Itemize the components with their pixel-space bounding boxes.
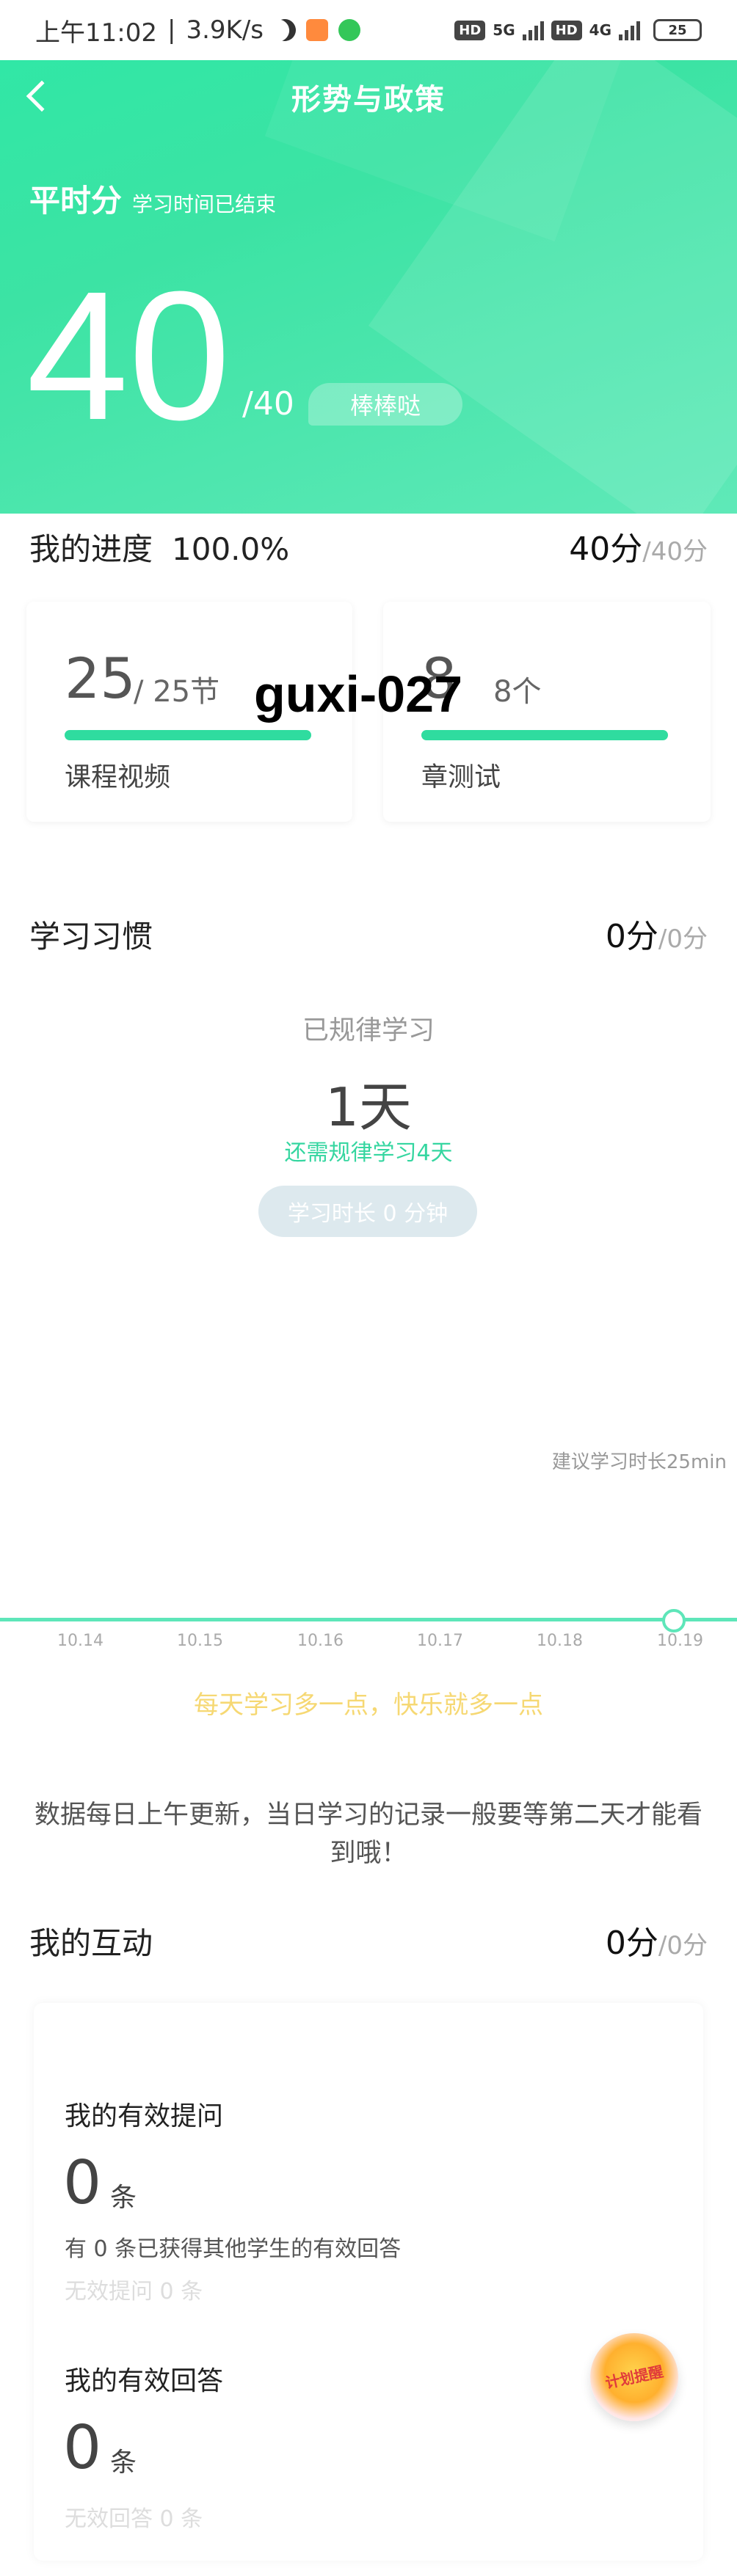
watermark-text: guxi-027 xyxy=(254,665,462,723)
status-divider: | xyxy=(167,15,176,45)
progress-score-total: /40分 xyxy=(642,537,708,566)
score-label: 平时分 xyxy=(29,183,123,219)
questions-unit: 条 xyxy=(110,2183,137,2213)
timeline-tick: 10.19 xyxy=(657,1632,703,1650)
moon-icon xyxy=(270,15,300,45)
network-5g-label: 5G xyxy=(493,21,515,39)
interaction-score: 0分 xyxy=(605,1924,658,1962)
timeline-current-dot[interactable] xyxy=(662,1609,686,1632)
nav-bar: 形势与政策 xyxy=(0,60,737,134)
regular-study-days: 1天 xyxy=(325,1076,412,1138)
battery-icon: 25 xyxy=(653,19,702,41)
habit-score: 0分 xyxy=(605,918,658,955)
habit-header: 学习习惯 0分 /0分 xyxy=(29,910,708,957)
network-4g-label: 4G xyxy=(589,21,611,39)
habit-score-total: /0分 xyxy=(658,924,708,954)
plan-reminder-button[interactable]: 计划提醒 xyxy=(590,2333,678,2421)
invalid-answers-text: 无效回答 0 条 xyxy=(65,2506,203,2532)
motto-text: 每天学习多一点，快乐就多一点 xyxy=(194,1690,543,1720)
answers-count: 0 xyxy=(63,2413,102,2483)
progress-percent: 100.0% xyxy=(172,531,290,567)
score-status: 学习时间已结束 xyxy=(132,192,277,216)
back-arrow-icon[interactable] xyxy=(26,80,58,112)
praise-badge: 棒棒哒 xyxy=(308,383,462,426)
mi-app-icon xyxy=(306,19,328,41)
video-total: / 25节 xyxy=(134,675,220,709)
plan-reminder-label: 计划提醒 xyxy=(603,2362,665,2393)
score-total: /40 xyxy=(242,385,294,423)
test-label: 章测试 xyxy=(421,762,501,792)
status-bar: 上午11:02 | 3.9K/s HD 5G HD 4G 25 xyxy=(0,0,737,60)
answers-unit: 条 xyxy=(110,2448,137,2478)
signal-icon xyxy=(619,20,640,40)
timeline-line xyxy=(0,1618,737,1621)
timeline-tick: 10.16 xyxy=(297,1632,344,1650)
test-total: 8个 xyxy=(493,675,542,709)
study-duration-pill: 学习时长 0 分钟 xyxy=(258,1186,477,1237)
test-progress-bar xyxy=(421,730,668,740)
hd-badge-icon: HD xyxy=(454,20,486,40)
page-title: 形势与政策 xyxy=(291,83,446,117)
status-left: 上午11:02 | 3.9K/s xyxy=(35,12,360,48)
video-count: 25 xyxy=(65,646,136,711)
questions-title: 我的有效提问 xyxy=(65,2101,224,2131)
status-speed: 3.9K/s xyxy=(186,15,264,45)
score-value: 40 xyxy=(26,253,231,458)
video-label: 课程视频 xyxy=(65,762,171,792)
status-right: HD 5G HD 4G 25 xyxy=(454,19,702,41)
timeline-tick: 10.17 xyxy=(417,1632,463,1650)
questions-answered-text: 有 0 条已获得其他学生的有效回答 xyxy=(65,2236,402,2262)
questions-count: 0 xyxy=(63,2148,102,2218)
score-label-group: 平时分 学习时间已结束 xyxy=(29,176,276,221)
timeline-tick: 10.15 xyxy=(177,1632,223,1650)
answers-title: 我的有效回答 xyxy=(65,2366,224,2396)
invalid-questions-text: 无效提问 0 条 xyxy=(65,2279,203,2305)
progress-score: 40分 xyxy=(569,530,643,568)
hd-badge-icon: HD xyxy=(551,20,582,40)
days-needed-text: 还需规律学习4天 xyxy=(284,1140,453,1166)
habit-title: 学习习惯 xyxy=(29,919,153,955)
interaction-title: 我的互动 xyxy=(29,1925,153,1961)
signal-icon xyxy=(522,20,544,40)
suggested-duration: 建议学习时长25min xyxy=(551,1451,727,1473)
interaction-score-total: /0分 xyxy=(658,1931,708,1960)
update-notice: 数据每日上午更新，当日学习的记录一般要等第二天才能看到哦！ xyxy=(34,1800,702,1868)
status-time: 上午11:02 xyxy=(35,18,157,48)
timeline-tick: 10.18 xyxy=(537,1632,583,1650)
regular-study-label: 已规律学习 xyxy=(302,1015,435,1046)
progress-title: 我的进度 xyxy=(29,531,153,567)
wechat-icon xyxy=(338,19,360,41)
interaction-header: 我的互动 0分 /0分 xyxy=(29,1916,708,1963)
timeline-tick: 10.14 xyxy=(57,1632,104,1650)
progress-header: 我的进度 100.0% 40分 /40分 xyxy=(29,522,708,569)
video-progress-bar xyxy=(65,730,311,740)
